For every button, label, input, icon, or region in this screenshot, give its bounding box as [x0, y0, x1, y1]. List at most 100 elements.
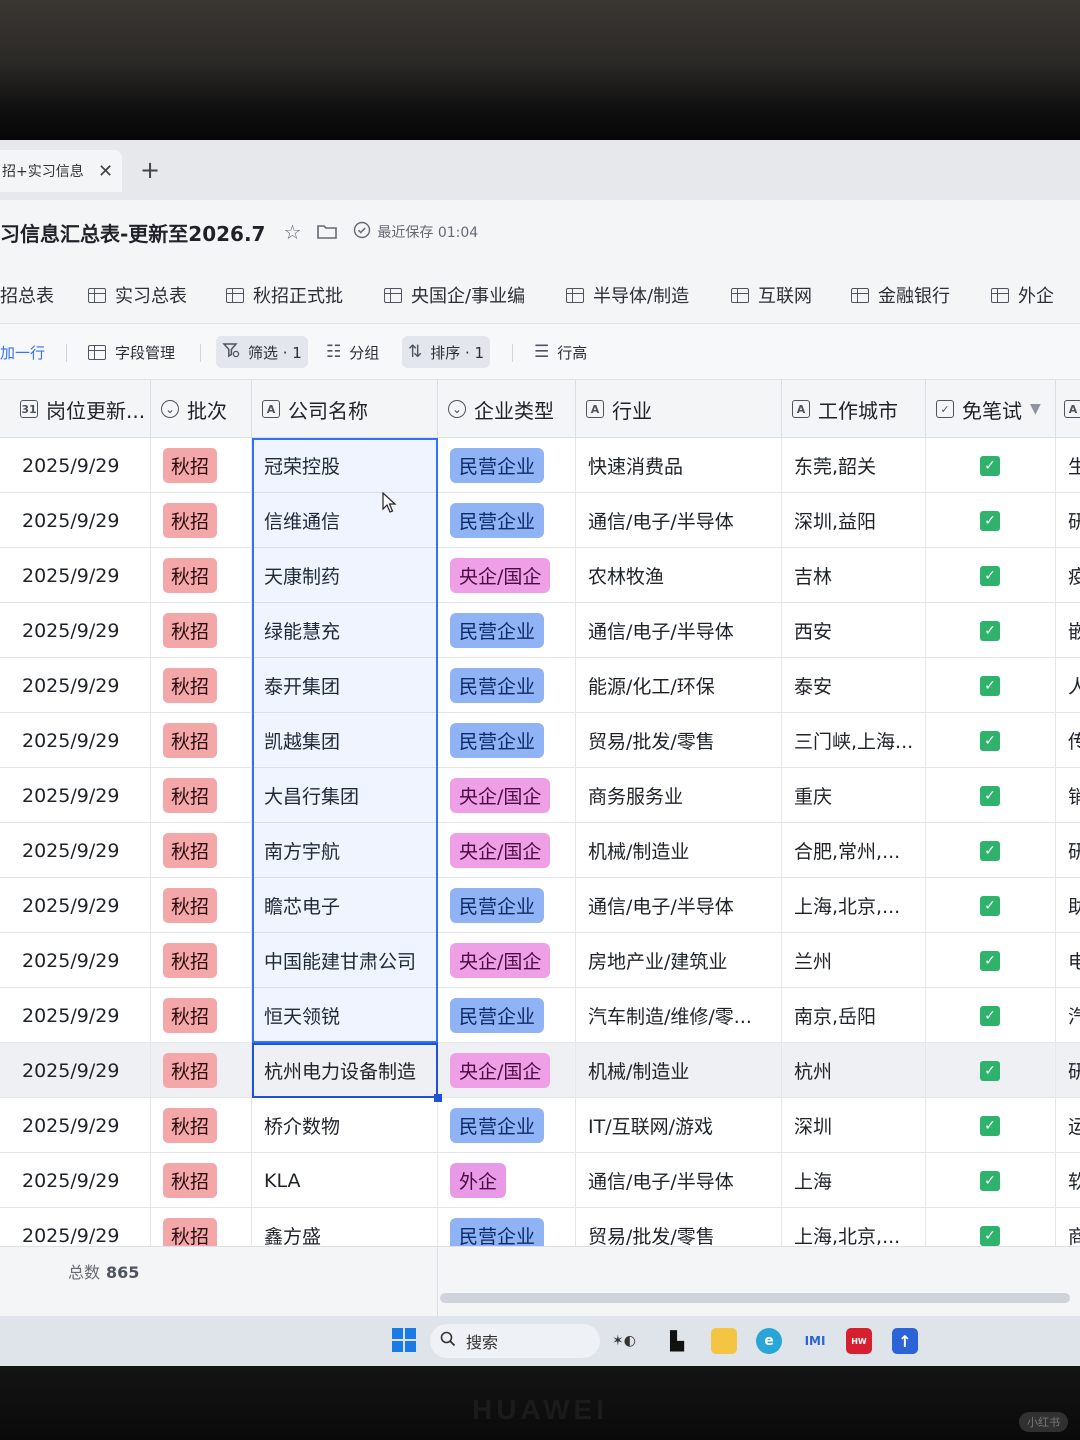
cell-industry[interactable]: 商务服务业 [576, 768, 782, 823]
column-header-updated[interactable]: 31 岗位更新... [0, 380, 151, 438]
column-header-company[interactable]: A 公司名称 [252, 380, 438, 438]
file-explorer-icon[interactable] [711, 1328, 737, 1354]
cell-batch[interactable]: 秋招 [151, 1098, 252, 1153]
cell-batch[interactable]: 秋招 [151, 823, 252, 878]
cell-date[interactable]: 2025/9/29 [0, 988, 151, 1043]
cell-type[interactable]: 民营企业 [438, 493, 576, 548]
table-row[interactable]: 2025/9/29 秋招 冠荣控股 民营企业 快速消费品 东莞,韶关 ✓ 生 [0, 438, 1080, 493]
cell-batch[interactable]: 秋招 [151, 713, 252, 768]
cell-city[interactable]: 重庆 [782, 768, 926, 823]
cell-batch[interactable]: 秋招 [151, 603, 252, 658]
huawei-app-icon[interactable]: HW [846, 1328, 872, 1354]
cell-company[interactable]: 信维通信 [252, 493, 438, 548]
table-row[interactable]: 2025/9/29 秋招 中国能建甘肃公司 央企/国企 房地产业/建筑业 兰州 ✓ 电 [0, 933, 1080, 988]
cell-next[interactable]: 电 [1056, 933, 1080, 988]
cell-company[interactable]: 南方宇航 [252, 823, 438, 878]
cell-batch[interactable]: 秋招 [151, 988, 252, 1043]
group-button[interactable]: ☷ 分组 [320, 336, 385, 368]
column-header-industry[interactable]: A 行业 [576, 380, 782, 438]
cell-batch[interactable]: 秋招 [151, 768, 252, 823]
table-row[interactable]: 2025/9/29 秋招 绿能慧充 民营企业 通信/电子/半导体 西安 ✓ 嵌 [0, 603, 1080, 658]
cell-city[interactable]: 泰安 [782, 658, 926, 713]
cell-no-test[interactable]: ✓ [926, 1208, 1056, 1246]
cell-industry[interactable]: 通信/电子/半导体 [576, 603, 782, 658]
horizontal-scrollbar[interactable] [440, 1293, 1070, 1303]
cell-next[interactable]: 人 [1056, 658, 1080, 713]
cell-industry[interactable]: IT/互联网/游戏 [576, 1098, 782, 1153]
checkbox-checked-icon[interactable]: ✓ [980, 1115, 1000, 1136]
cell-industry[interactable]: 汽车制造/维修/零... [576, 988, 782, 1043]
column-header-next[interactable]: A [1056, 380, 1080, 438]
cell-next[interactable]: 汽 [1056, 988, 1080, 1043]
cell-type[interactable]: 央企/国企 [438, 823, 576, 878]
checkbox-checked-icon[interactable]: ✓ [980, 455, 1000, 476]
cell-city[interactable]: 上海,北京,... [782, 1208, 926, 1246]
cell-date[interactable]: 2025/9/29 [0, 548, 151, 603]
taskview-icon[interactable]: ▙ [664, 1328, 690, 1354]
sort-button[interactable]: ⇅ 排序 · 1 [402, 336, 491, 368]
windows-start-icon[interactable] [392, 1328, 416, 1352]
cell-industry[interactable]: 通信/电子/半导体 [576, 493, 782, 548]
cell-city[interactable]: 东莞,韶关 [782, 438, 926, 493]
cell-date[interactable]: 2025/9/29 [0, 1153, 151, 1208]
cell-no-test[interactable]: ✓ [926, 603, 1056, 658]
cell-no-test[interactable]: ✓ [926, 493, 1056, 548]
cell-type[interactable]: 民营企业 [438, 438, 576, 493]
view-tab-0[interactable]: 招总表 [0, 282, 54, 308]
table-row[interactable]: 2025/9/29 秋招 天康制药 央企/国企 农林牧渔 吉林 ✓ 疫 [0, 548, 1080, 603]
cell-city[interactable]: 深圳,益阳 [782, 493, 926, 548]
cell-city[interactable]: 三门峡,上海... [782, 713, 926, 768]
checkbox-checked-icon[interactable]: ✓ [980, 730, 1000, 751]
pinned-app-icon[interactable]: ↑ [892, 1328, 918, 1354]
view-tab-3[interactable]: 央国企/事业编 [384, 282, 525, 308]
cell-next[interactable]: 研 [1056, 1043, 1080, 1098]
checkbox-checked-icon[interactable]: ✓ [980, 785, 1000, 806]
cell-type[interactable]: 民营企业 [438, 658, 576, 713]
cell-industry[interactable]: 通信/电子/半导体 [576, 1153, 782, 1208]
close-icon[interactable]: ✕ [98, 161, 113, 182]
cell-next[interactable]: 销 [1056, 768, 1080, 823]
cell-industry[interactable]: 机械/制造业 [576, 823, 782, 878]
column-header-type[interactable]: ⌄ 企业类型 [438, 380, 576, 438]
cell-no-test[interactable]: ✓ [926, 1043, 1056, 1098]
cell-type[interactable]: 央企/国企 [438, 548, 576, 603]
cell-date[interactable]: 2025/9/29 [0, 493, 151, 548]
plus-icon[interactable]: + [140, 156, 160, 184]
cell-date[interactable]: 2025/9/29 [0, 823, 151, 878]
cell-batch[interactable]: 秋招 [151, 1043, 252, 1098]
column-header-batch[interactable]: ⌄ 批次 [151, 380, 252, 438]
cell-city[interactable]: 西安 [782, 603, 926, 658]
cell-city[interactable]: 上海,北京,... [782, 878, 926, 933]
cell-city[interactable]: 南京,岳阳 [782, 988, 926, 1043]
cell-industry[interactable]: 贸易/批发/零售 [576, 1208, 782, 1246]
cell-industry[interactable]: 贸易/批发/零售 [576, 713, 782, 768]
checkbox-checked-icon[interactable]: ✓ [980, 565, 1000, 586]
cell-next[interactable]: 助 [1056, 878, 1080, 933]
cell-no-test[interactable]: ✓ [926, 548, 1056, 603]
cell-next[interactable]: 研 [1056, 493, 1080, 548]
table-row[interactable]: 2025/9/29 秋招 南方宇航 央企/国企 机械/制造业 合肥,常州,... ✓ 研 [0, 823, 1080, 878]
cell-batch[interactable]: 秋招 [151, 493, 252, 548]
cell-batch[interactable]: 秋招 [151, 1153, 252, 1208]
cell-batch[interactable]: 秋招 [151, 1208, 252, 1246]
fill-handle[interactable] [434, 1094, 442, 1102]
checkbox-checked-icon[interactable]: ✓ [980, 1170, 1000, 1191]
cell-date[interactable]: 2025/9/29 [0, 713, 151, 768]
cell-no-test[interactable]: ✓ [926, 438, 1056, 493]
document-tab[interactable]: 招+实习信息 ✕ [0, 150, 122, 192]
cell-date[interactable]: 2025/9/29 [0, 878, 151, 933]
cell-company[interactable]: 恒天领锐 [252, 988, 438, 1043]
cell-company[interactable]: 泰开集团 [252, 658, 438, 713]
cell-no-test[interactable]: ✓ [926, 768, 1056, 823]
cell-next[interactable]: 商 [1056, 1208, 1080, 1246]
cell-city[interactable]: 深圳 [782, 1098, 926, 1153]
cell-no-test[interactable]: ✓ [926, 878, 1056, 933]
taskbar-search[interactable]: 搜索 [430, 1324, 600, 1358]
cell-no-test[interactable]: ✓ [926, 1153, 1056, 1208]
checkbox-checked-icon[interactable]: ✓ [980, 510, 1000, 531]
cell-industry[interactable]: 机械/制造业 [576, 1043, 782, 1098]
cell-type[interactable]: 民营企业 [438, 988, 576, 1043]
cell-type[interactable]: 央企/国企 [438, 1043, 576, 1098]
cell-next[interactable]: 软 [1056, 1153, 1080, 1208]
table-row[interactable]: 2025/9/29 秋招 桥介数物 民营企业 IT/互联网/游戏 深圳 ✓ 运 [0, 1098, 1080, 1153]
